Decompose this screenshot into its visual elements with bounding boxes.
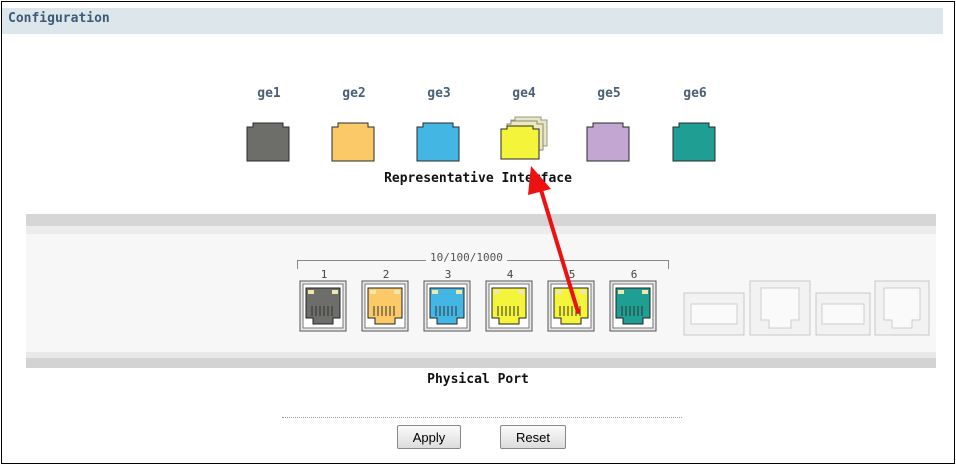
annotation-arrow xyxy=(528,166,580,314)
